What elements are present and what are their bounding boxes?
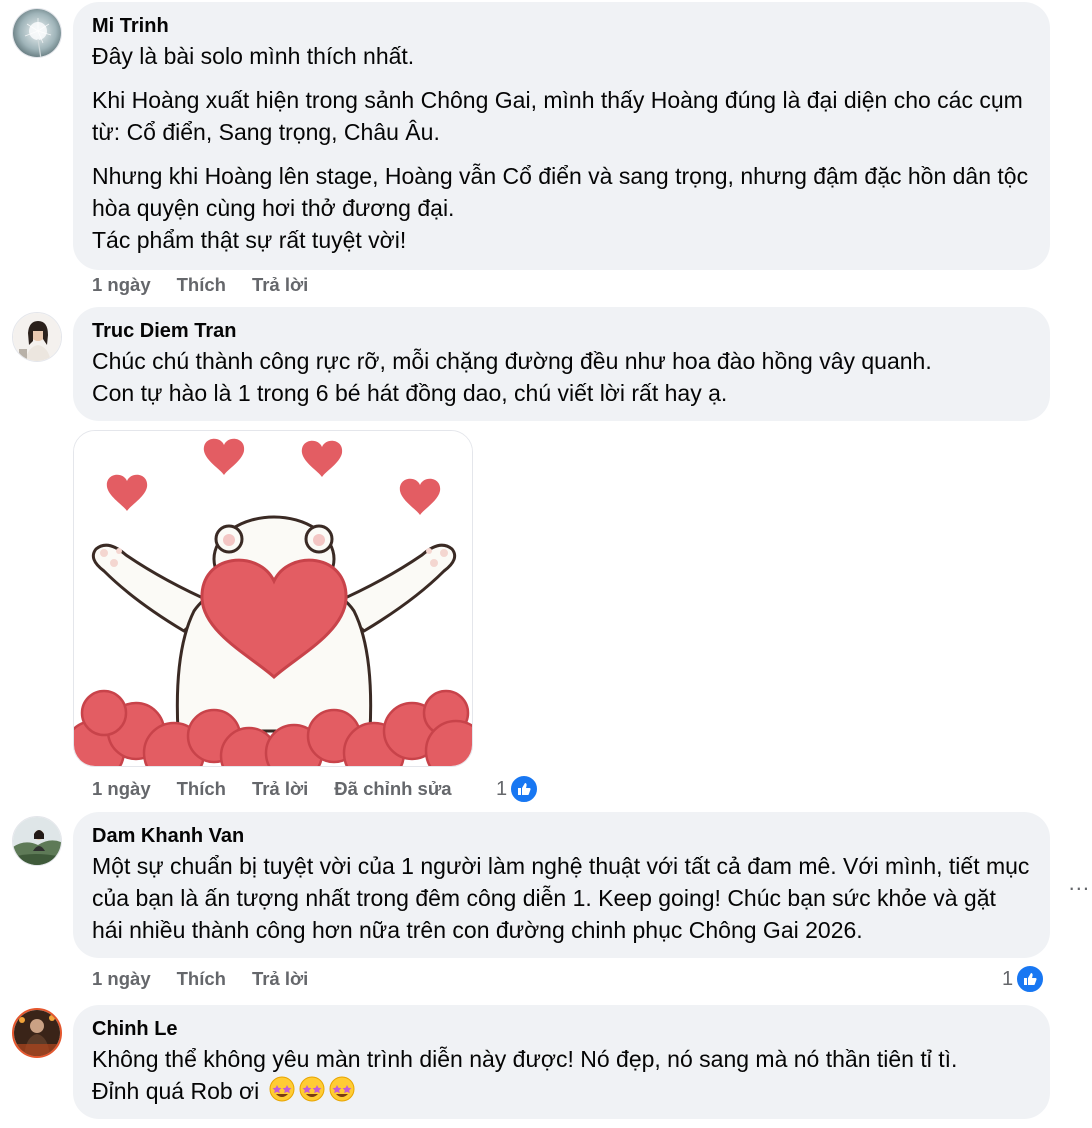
reply-button[interactable]: Trả lời <box>252 274 308 296</box>
comment-text: Khi Hoàng xuất hiện trong sảnh Chông Gai… <box>92 87 1023 145</box>
reaction-count[interactable]: 1 <box>1002 964 1046 994</box>
landscape-avatar-icon <box>13 817 61 865</box>
reply-button[interactable]: Trả lời <box>252 968 308 990</box>
comment-bubble: Truc Diem Tran Chúc chú thành công rực r… <box>73 307 1050 421</box>
comment-text: Một sự chuẩn bị tuyệt vời của 1 người là… <box>92 853 1030 943</box>
like-reaction-icon <box>509 774 540 804</box>
comment-bubble: Mi Trinh Đây là bài solo mình thích nhất… <box>73 2 1050 270</box>
comment-text: Đỉnh quá Rob ơi <box>92 1078 260 1105</box>
comment-actions: 1 ngày Thích Trả lời Đã chỉnh sửa <box>92 778 452 800</box>
timestamp[interactable]: 1 ngày <box>92 778 151 800</box>
author-name[interactable]: Chinh Le <box>92 1017 1031 1041</box>
comment-text: Nhưng khi Hoàng lên stage, Hoàng vẫn Cổ … <box>92 163 1029 253</box>
like-reaction-icon <box>1015 964 1046 994</box>
like-button[interactable]: Thích <box>177 778 226 800</box>
author-name[interactable]: Truc Diem Tran <box>92 319 1031 343</box>
timestamp[interactable]: 1 ngày <box>92 968 151 990</box>
avatar[interactable] <box>12 1008 62 1058</box>
stage-avatar-icon <box>14 1010 60 1056</box>
comment-text: Không thể không yêu màn trình diễn này đ… <box>92 1046 958 1072</box>
comment-bubble: Dam Khanh Van Một sự chuẩn bị tuyệt vời … <box>73 812 1050 958</box>
comment-actions: 1 ngày Thích Trả lời <box>92 274 308 296</box>
avatar[interactable] <box>12 816 62 866</box>
author-name[interactable]: Mi Trinh <box>92 14 1031 38</box>
comment-text: Đây là bài solo mình thích nhất. <box>92 43 415 69</box>
sticker-image[interactable] <box>73 430 473 767</box>
dandelion-avatar-icon <box>13 9 61 57</box>
comment-text: Chúc chú thành công rực rỡ, mỗi chặng đư… <box>92 348 932 406</box>
like-button[interactable]: Thích <box>177 274 226 296</box>
edited-label[interactable]: Đã chỉnh sửa <box>334 778 451 800</box>
reaction-number: 1 <box>1002 967 1014 990</box>
reply-button[interactable]: Trả lời <box>252 778 308 800</box>
avatar[interactable] <box>12 8 62 58</box>
timestamp[interactable]: 1 ngày <box>92 274 151 296</box>
polar-bear-heart-sticker-icon <box>74 431 472 766</box>
more-options-icon[interactable]: ... <box>1069 872 1090 894</box>
comment-text-line: Đỉnh quá Rob ơi <box>92 1075 1031 1111</box>
author-name[interactable]: Dam Khanh Van <box>92 824 1031 848</box>
like-button[interactable]: Thích <box>177 968 226 990</box>
reaction-count[interactable]: 1 <box>496 774 540 804</box>
portrait-avatar-icon <box>13 313 61 361</box>
reaction-number: 1 <box>496 777 508 800</box>
avatar[interactable] <box>12 312 62 362</box>
comment-actions: 1 ngày Thích Trả lời <box>92 968 308 990</box>
star-struck-emoji-icon <box>268 1075 356 1111</box>
comment-bubble: Chinh Le Không thể không yêu màn trình d… <box>73 1005 1050 1119</box>
